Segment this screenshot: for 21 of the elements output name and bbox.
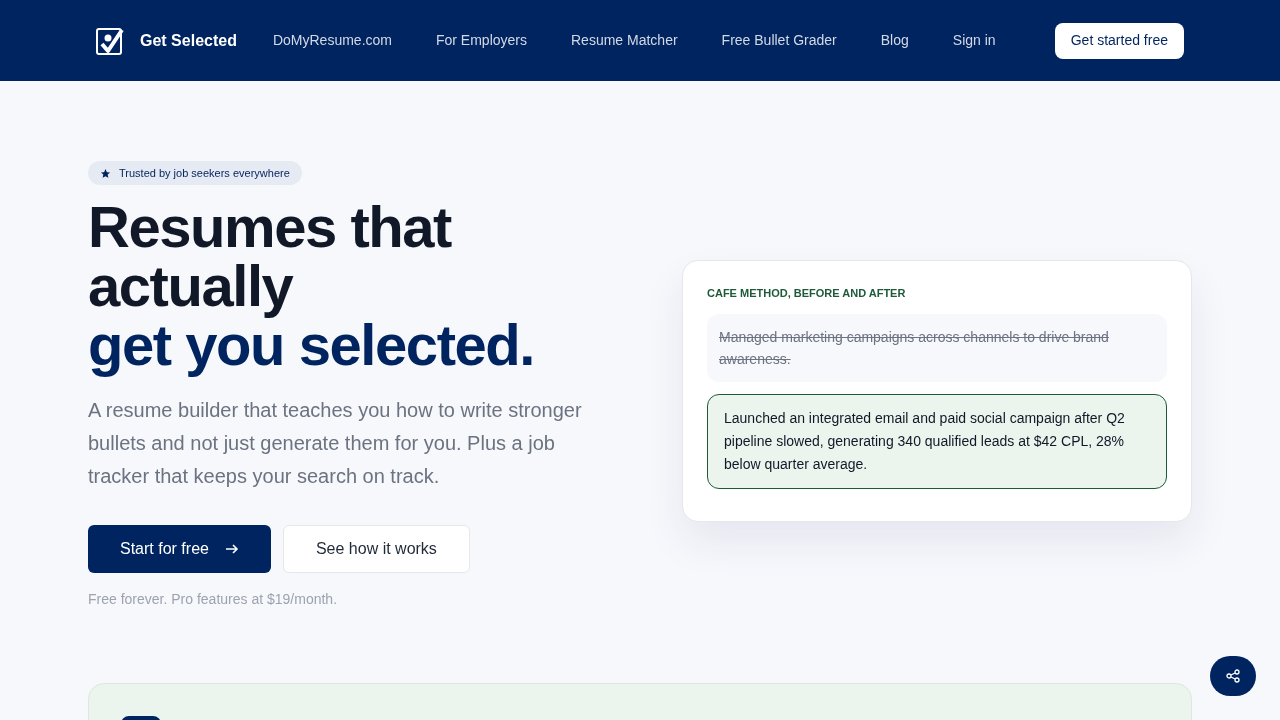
how-it-works-button[interactable]: See how it works [282,525,470,573]
nav-link[interactable]: DoMyResume.com [272,30,392,51]
nav-link[interactable]: Resume Matcher [571,30,678,51]
arrow-right-icon [224,542,239,556]
star-icon [100,167,111,179]
nav-link[interactable]: Blog [880,30,909,51]
before-bullet: Managed marketing campaigns across channels to drive brand awareness. [707,313,1167,382]
pricing-note: Free forever. Pro features at $19/month. [88,590,338,609]
card-label: CAFE METHOD, BEFORE AND AFTER [707,286,907,301]
start-button[interactable]: Start for free [88,525,271,573]
nav-link[interactable]: Free Bullet Grader [721,30,837,51]
trust-badge: Trusted by job seekers everywhere [88,161,302,185]
brand-name[interactable]: Get Selected [140,28,237,53]
checkbox-logo-icon [96,25,124,56]
nav-link[interactable]: For Employers [435,30,527,51]
nav-link[interactable]: Sign in [952,30,996,51]
share-icon [1226,669,1240,683]
share-button[interactable] [1210,656,1256,696]
hero-description: A resume builder that teaches you how to write stronger bullets and not just generate them for you. Plus a job tracker that keeps your search on track. [88,398,583,489]
after-bullet: Launched an integrated email and paid social campaign after Q2 pipeline slowed, generating 340 qualified leads at $42 CPL, 28% below quarter average. [707,393,1167,489]
get-started-button[interactable]: Get started free [1054,22,1184,59]
